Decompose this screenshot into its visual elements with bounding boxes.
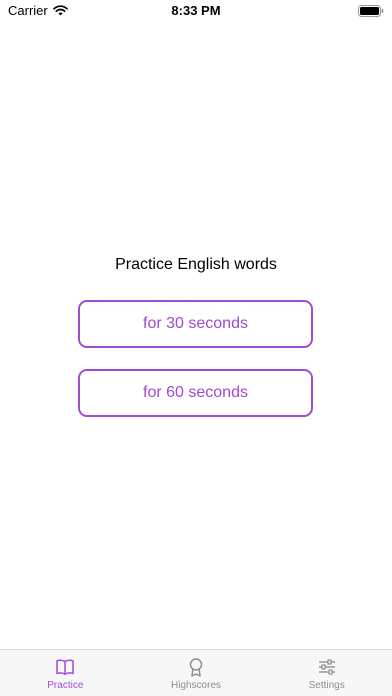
status-bar: Carrier 8:33 PM (0, 0, 392, 22)
book-icon (56, 659, 75, 675)
tab-settings-label: Settings (308, 680, 345, 691)
battery-icon (358, 5, 384, 17)
status-time: 8:33 PM (171, 3, 221, 18)
app-screen: Carrier 8:33 PM Practice English words f… (0, 0, 392, 696)
award-icon (189, 658, 203, 677)
tab-practice-label: Practice (47, 680, 84, 691)
tab-highscores[interactable]: Highscores (131, 650, 262, 696)
sliders-icon (318, 659, 335, 675)
tab-settings[interactable]: Settings (261, 650, 392, 696)
page-title: Practice English words (115, 256, 277, 273)
tab-practice[interactable]: Practice (0, 650, 131, 696)
practice-30-seconds-button[interactable]: for 30 seconds (78, 300, 313, 348)
practice-60-seconds-button[interactable]: for 60 seconds (78, 369, 313, 417)
tab-highscores-label: Highscores (170, 680, 222, 691)
tab-bar: Practice Highscores Settings (0, 649, 392, 696)
